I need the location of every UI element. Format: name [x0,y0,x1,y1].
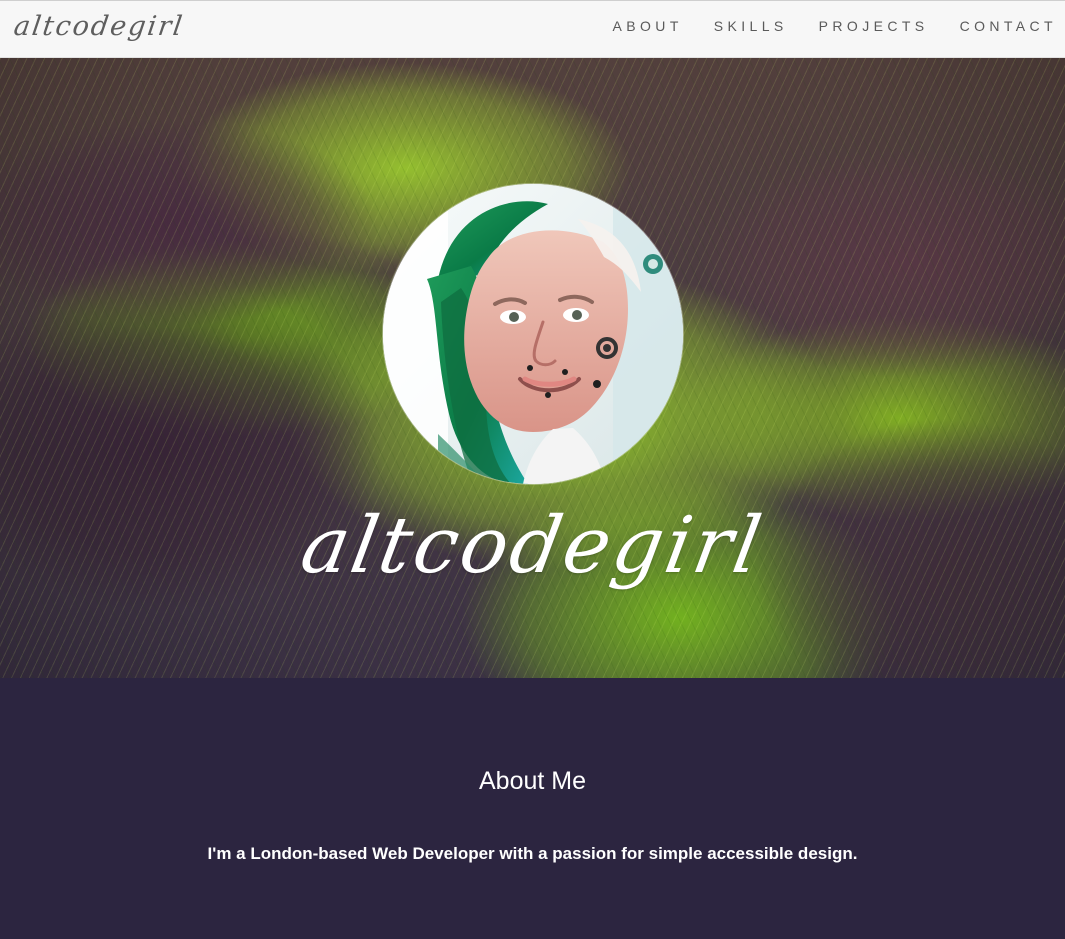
profile-photo [383,184,683,484]
hero-section: altcodegirl [0,58,1065,678]
navbar: altcodegirl ABOUT SKILLS PROJECTS CONTAC… [0,0,1065,58]
nav-link-about[interactable]: ABOUT [613,17,683,35]
nav-link-skills[interactable]: SKILLS [714,17,788,35]
nav-link-projects[interactable]: PROJECTS [819,17,929,35]
nav-link-contact[interactable]: CONTACT [960,17,1057,35]
about-description: I'm a London-based Web Developer with a … [207,844,858,863]
profile-avatar [383,184,683,484]
brand-logo[interactable]: altcodegirl [12,10,186,44]
about-title: About Me [478,767,586,795]
hero-title: altcodegirl [294,501,771,591]
nav-links: ABOUT SKILLS PROJECTS CONTACT [613,17,1057,35]
about-section [0,678,1065,939]
